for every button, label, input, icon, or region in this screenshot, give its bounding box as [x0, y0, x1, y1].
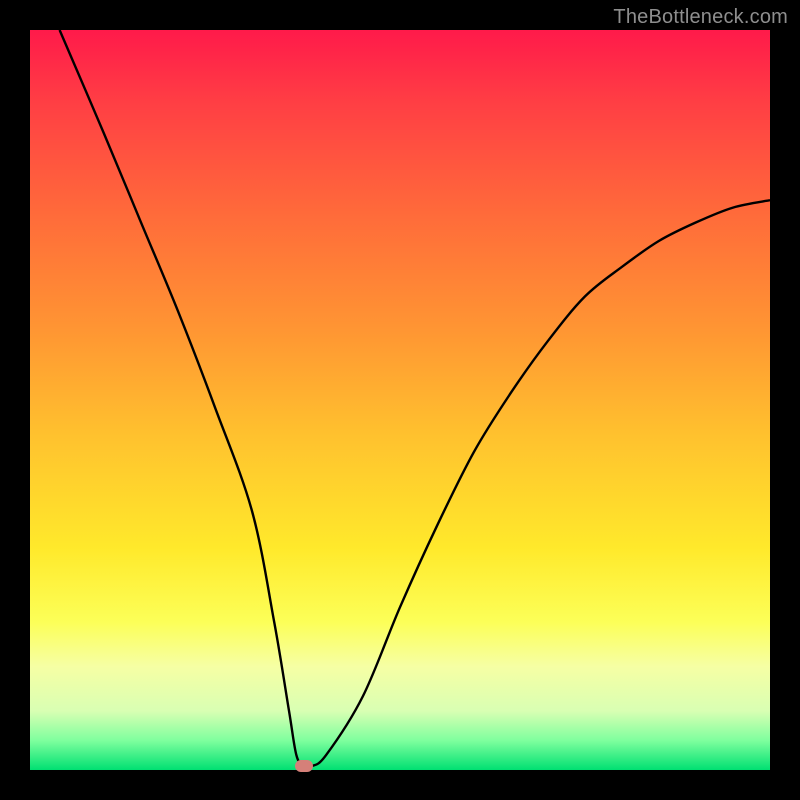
plot-area: [30, 30, 770, 770]
bottleneck-curve: [30, 30, 770, 770]
chart-frame: TheBottleneck.com: [0, 0, 800, 800]
optimum-marker: [295, 760, 313, 772]
watermark: TheBottleneck.com: [613, 6, 788, 29]
